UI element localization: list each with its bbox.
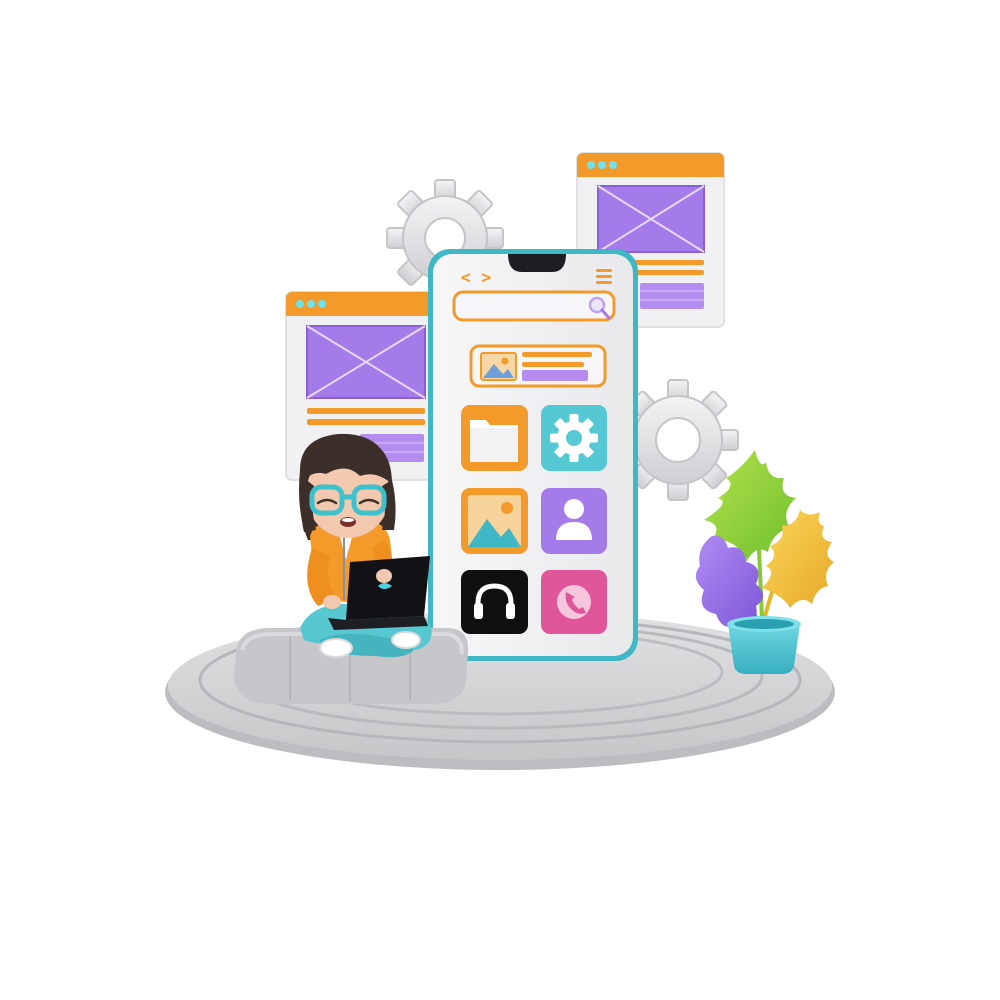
app-tile-contacts [541,488,607,554]
app-tile-phone [541,570,607,634]
image-icon [480,352,517,381]
media-card [469,344,607,388]
hamburger-menu-icon [596,269,612,284]
folder-icon [470,420,518,462]
image-icon [468,495,521,547]
image-placeholder [306,325,426,399]
illustration-scene: < > [165,152,835,770]
gear-icon [550,414,598,462]
phone-call-icon [557,585,591,619]
app-tile-gallery [461,488,528,554]
app-tile-settings [541,405,607,471]
app-tile-folder [461,405,528,471]
plant-pot [727,616,801,674]
search-bar [452,290,616,322]
phone-notch [508,254,566,272]
smartphone: < > [428,249,638,661]
image-placeholder [597,185,705,253]
app-tile-music [461,570,528,634]
code-brackets-icon: < > [461,268,492,288]
